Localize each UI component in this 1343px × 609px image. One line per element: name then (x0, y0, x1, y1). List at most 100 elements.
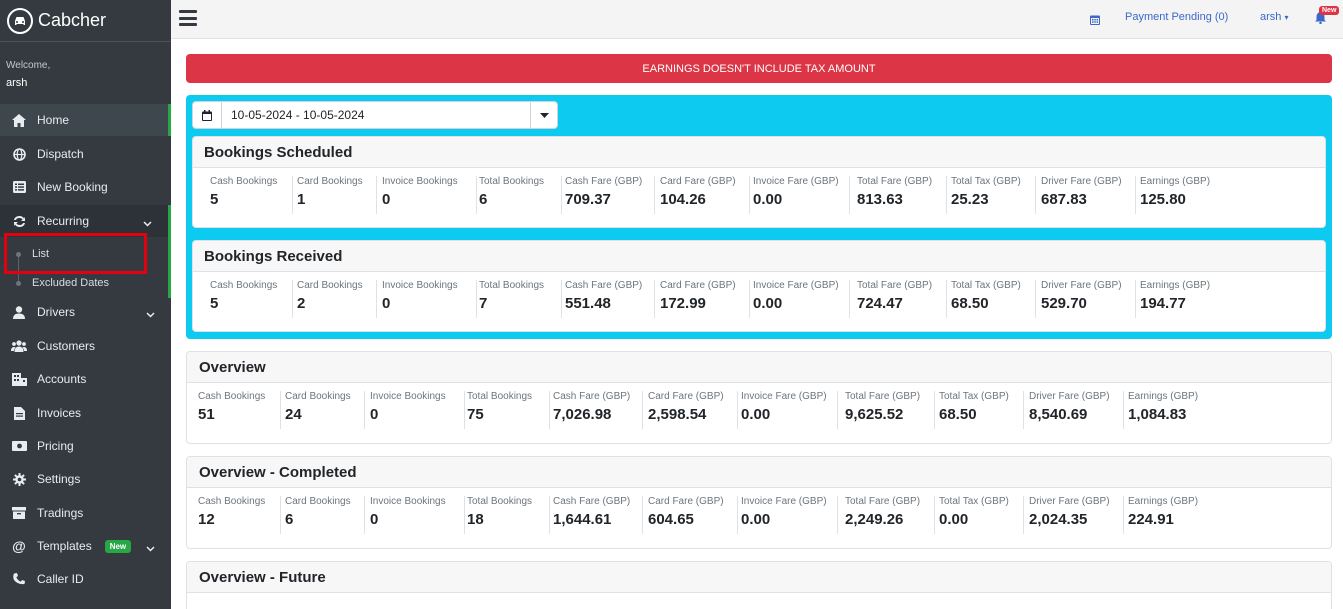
stat-value: 68.50 (951, 295, 989, 312)
stat-card-bookings: Card Bookings 24 (285, 391, 365, 429)
sidebar-item-label: Caller ID (37, 572, 84, 586)
chevron-down-icon (143, 216, 152, 230)
sidebar-item-label: Dispatch (37, 147, 84, 161)
top-navbar: Payment Pending (0) arsh ▾ New (171, 0, 1343, 39)
stat-label: Invoice Bookings (382, 176, 458, 187)
stat-value: 1 (297, 191, 306, 208)
stat-value: 709.37 (565, 191, 611, 208)
stat-label: Invoice Fare (GBP) (753, 280, 839, 291)
sidebar-item-drivers[interactable]: Drivers (0, 296, 171, 328)
date-range-value[interactable]: 10-05-2024 - 10-05-2024 (222, 108, 530, 122)
stat-card-bookings: Card Bookings 2 (297, 280, 377, 318)
sidebar-item-templates[interactable]: @ Templates New (0, 530, 171, 562)
tax-alert-banner: EARNINGS DOESN'T INCLUDE TAX AMOUNT (186, 54, 1332, 83)
sidebar-item-accounts[interactable]: Accounts (0, 363, 171, 395)
stat-label: Cash Bookings (198, 496, 266, 507)
stat-label: Total Bookings (479, 280, 545, 291)
stat-value: 687.83 (1041, 191, 1087, 208)
welcome-greeting: Welcome, (6, 60, 51, 71)
stat-value: 0.00 (741, 511, 771, 528)
stat-value: 104.26 (660, 191, 706, 208)
date-range-picker[interactable]: 10-05-2024 - 10-05-2024 (192, 101, 558, 129)
stat-value: 551.48 (565, 295, 611, 312)
stat-cash-bookings: Cash Bookings 51 (198, 391, 281, 429)
stat-card-bookings: Card Bookings 6 (285, 496, 365, 534)
stat-value: 75 (467, 406, 484, 423)
sidebar-item-dispatch[interactable]: Dispatch (0, 138, 171, 170)
stat-total-fare: Total Fare (GBP) 813.63 (857, 176, 947, 214)
car-icon (7, 7, 33, 34)
stat-value: 0.00 (939, 511, 969, 528)
stat-value: 125.80 (1140, 191, 1186, 208)
stat-value: 0.00 (753, 295, 783, 312)
stat-label: Invoice Fare (GBP) (753, 176, 839, 187)
stat-label: Total Fare (GBP) (845, 391, 921, 402)
user-menu-dropdown[interactable]: arsh ▾ (1260, 11, 1288, 23)
sidebar-item-customers[interactable]: Customers (0, 330, 171, 362)
stat-label: Cash Fare (GBP) (565, 176, 643, 187)
date-range-dropdown-button[interactable] (530, 102, 557, 128)
stat-label: Card Bookings (285, 391, 351, 402)
stat-cash-fare: Cash Fare (GBP) 709.37 (565, 176, 655, 214)
stats-row: Cash Bookings 12 Card Bookings 6 Invoice Boo… (187, 488, 1331, 548)
stat-value: 0.00 (753, 191, 783, 208)
list-icon (11, 179, 27, 195)
stat-earnings: Earnings (GBP) 224.91 (1128, 496, 1218, 534)
brand[interactable]: Cabcher (0, 0, 171, 42)
stat-label: Total Tax (GBP) (951, 280, 1021, 291)
brand-name: Cabcher (38, 10, 107, 30)
sidebar-item-settings[interactable]: Settings (0, 463, 171, 495)
sidebar-item-label: Accounts (37, 372, 87, 386)
stat-total-tax: Total Tax (GBP) 0.00 (939, 496, 1024, 534)
sidebar-item-caller-id[interactable]: Caller ID (0, 563, 171, 595)
hamburger-menu-icon[interactable] (179, 10, 197, 26)
stat-label: Total Tax (GBP) (939, 496, 1009, 507)
stat-card-fare: Card Fare (GBP) 2,598.54 (648, 391, 738, 429)
stat-label: Card Fare (GBP) (660, 176, 736, 187)
stat-value: 12 (198, 511, 215, 528)
stat-label: Card Fare (GBP) (648, 391, 724, 402)
stat-value: 0 (382, 191, 391, 208)
stat-value: 24 (285, 406, 302, 423)
sidebar-item-label: Drivers (37, 305, 75, 319)
stat-value: 2,249.26 (845, 511, 904, 528)
stat-value: 5 (210, 191, 219, 208)
stat-label: Earnings (GBP) (1128, 391, 1199, 402)
stat-card-fare: Card Fare (GBP) 104.26 (660, 176, 750, 214)
stat-driver-fare: Driver Fare (GBP) 529.70 (1041, 280, 1136, 318)
sidebar-item-new-booking[interactable]: New Booking (0, 171, 171, 203)
stat-label: Card Fare (GBP) (660, 280, 736, 291)
stat-invoice-fare: Invoice Fare (GBP) 0.00 (753, 176, 850, 214)
card-title: Overview - Completed (187, 457, 1331, 488)
stat-label: Invoice Bookings (370, 391, 446, 402)
sidebar-item-label: Templates (37, 539, 92, 553)
stat-value: 813.63 (857, 191, 903, 208)
file-icon (11, 405, 27, 421)
stat-invoice-bookings: Invoice Bookings 0 (382, 280, 477, 318)
circle-icon (16, 280, 21, 286)
payment-pending-link[interactable]: Payment Pending (0) (1125, 11, 1228, 23)
sidebar-item-label: New Booking (37, 180, 108, 194)
sidebar-item-tradings[interactable]: Tradings (0, 497, 171, 529)
stat-value: 9,625.52 (845, 406, 904, 423)
stat-label: Cash Fare (GBP) (553, 496, 631, 507)
stat-value: 68.50 (939, 406, 977, 423)
sidebar-item-home[interactable]: Home (0, 104, 171, 136)
stat-value: 724.47 (857, 295, 903, 312)
sidebar-item-label: Pricing (37, 439, 74, 453)
stat-value: 18 (467, 511, 484, 528)
calendar-icon[interactable] (1090, 12, 1100, 30)
stat-value: 25.23 (951, 191, 989, 208)
sidebar-item-pricing[interactable]: Pricing (0, 430, 171, 462)
stats-row: Cash Bookings 51 Card Bookings 24 Invoice Bo… (187, 383, 1331, 443)
chevron-down-icon (146, 307, 155, 321)
stat-invoice-bookings: Invoice Bookings 0 (370, 496, 465, 534)
stat-value: 0 (370, 511, 379, 528)
stat-label: Cash Bookings (210, 176, 278, 187)
stat-value: 0 (370, 406, 379, 423)
stat-total-fare: Total Fare (GBP) 2,249.26 (845, 496, 935, 534)
sidebar-item-invoices[interactable]: Invoices (0, 397, 171, 429)
stat-invoice-bookings: Invoice Bookings 0 (382, 176, 477, 214)
user-icon (11, 304, 27, 320)
stats-row: Cash Bookings 5 Card Bookings 1 Invoice Book… (193, 168, 1325, 227)
